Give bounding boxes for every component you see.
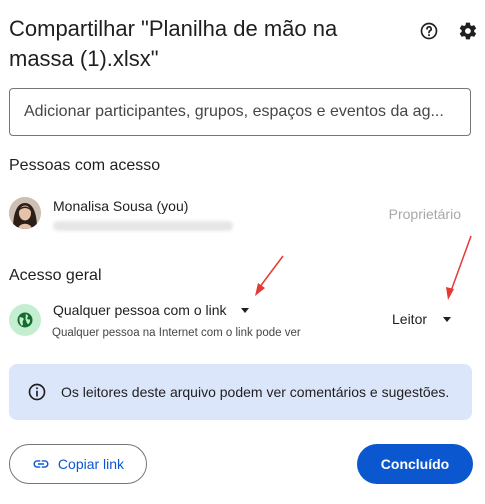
person-email [53,221,233,231]
dialog-title: Compartilhar "Planilha de mão na massa (… [9,16,338,71]
avatar [9,197,41,229]
gear-icon [459,22,477,40]
copy-link-label: Copiar link [57,456,125,472]
info-banner-text: Os leitores deste arquivo podem ver come… [61,384,450,400]
globe-badge [9,304,41,336]
settings-button[interactable] [455,18,481,44]
info-icon [28,383,46,401]
person-name: Monalisa Sousa (you) [53,198,189,214]
general-access-dropdown[interactable]: Qualquer pessoa com o link [53,302,249,318]
globe-icon [17,312,33,328]
annotation-arrows [255,235,472,300]
role-dropdown[interactable]: Leitor [392,311,452,327]
annotation-arrow [255,255,284,296]
copy-link-button[interactable]: Copiar link [9,444,147,484]
annotation-arrow [446,235,472,300]
add-people-input[interactable] [24,103,456,121]
info-banner: Os leitores deste arquivo podem ver come… [9,364,472,420]
role-label: Leitor [392,311,428,327]
chevron-down-icon [240,307,249,313]
help-button[interactable] [416,18,442,44]
general-access-heading: Acesso geral [9,267,102,284]
general-access-description: Qualquer pessoa na Internet com o link p… [52,327,301,339]
done-button[interactable]: Concluído [357,444,473,484]
help-circle-icon [420,22,438,40]
owner-role-label: Proprietário [388,206,461,222]
link-icon [33,460,49,468]
add-people-field[interactable] [9,88,471,136]
chevron-down-icon [443,316,452,322]
general-access-scope-label: Qualquer pessoa com o link [53,302,227,318]
people-with-access-heading: Pessoas com acesso [9,157,161,174]
